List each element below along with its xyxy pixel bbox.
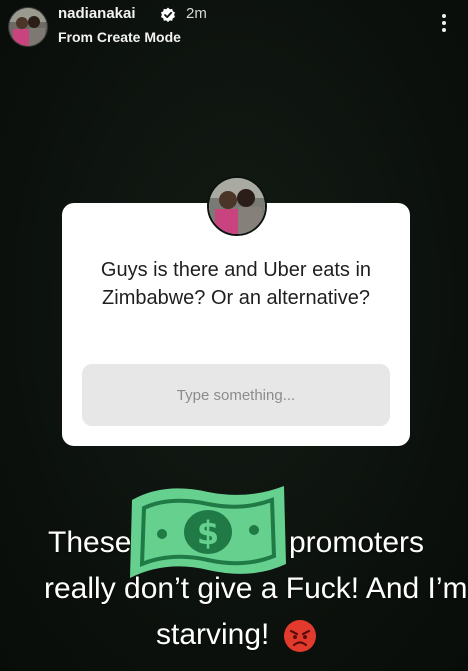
caption-line1-end: promoters bbox=[289, 526, 425, 559]
question-sticker-avatar bbox=[207, 176, 267, 236]
svg-text:$: $ bbox=[197, 514, 219, 552]
more-options-icon[interactable] bbox=[442, 14, 446, 36]
verified-badge-icon bbox=[161, 7, 175, 23]
username[interactable]: nadianakai bbox=[58, 5, 136, 22]
story-screen[interactable]: nadianakai 2m From Create Mode Guys is t… bbox=[0, 0, 468, 671]
question-text: Guys is there and Uber eats in Zimbabwe?… bbox=[100, 259, 372, 309]
answer-input[interactable]: Type something... bbox=[82, 364, 390, 426]
create-mode-label[interactable]: From Create Mode bbox=[58, 29, 181, 45]
post-time: 2m bbox=[186, 5, 207, 22]
caption-line1-start: These bbox=[48, 526, 132, 559]
angry-face-emoji-icon bbox=[284, 620, 316, 652]
money-bill-sticker-icon: $ bbox=[130, 486, 286, 578]
caption-line3: starving! bbox=[156, 618, 270, 651]
profile-avatar[interactable] bbox=[8, 7, 48, 47]
